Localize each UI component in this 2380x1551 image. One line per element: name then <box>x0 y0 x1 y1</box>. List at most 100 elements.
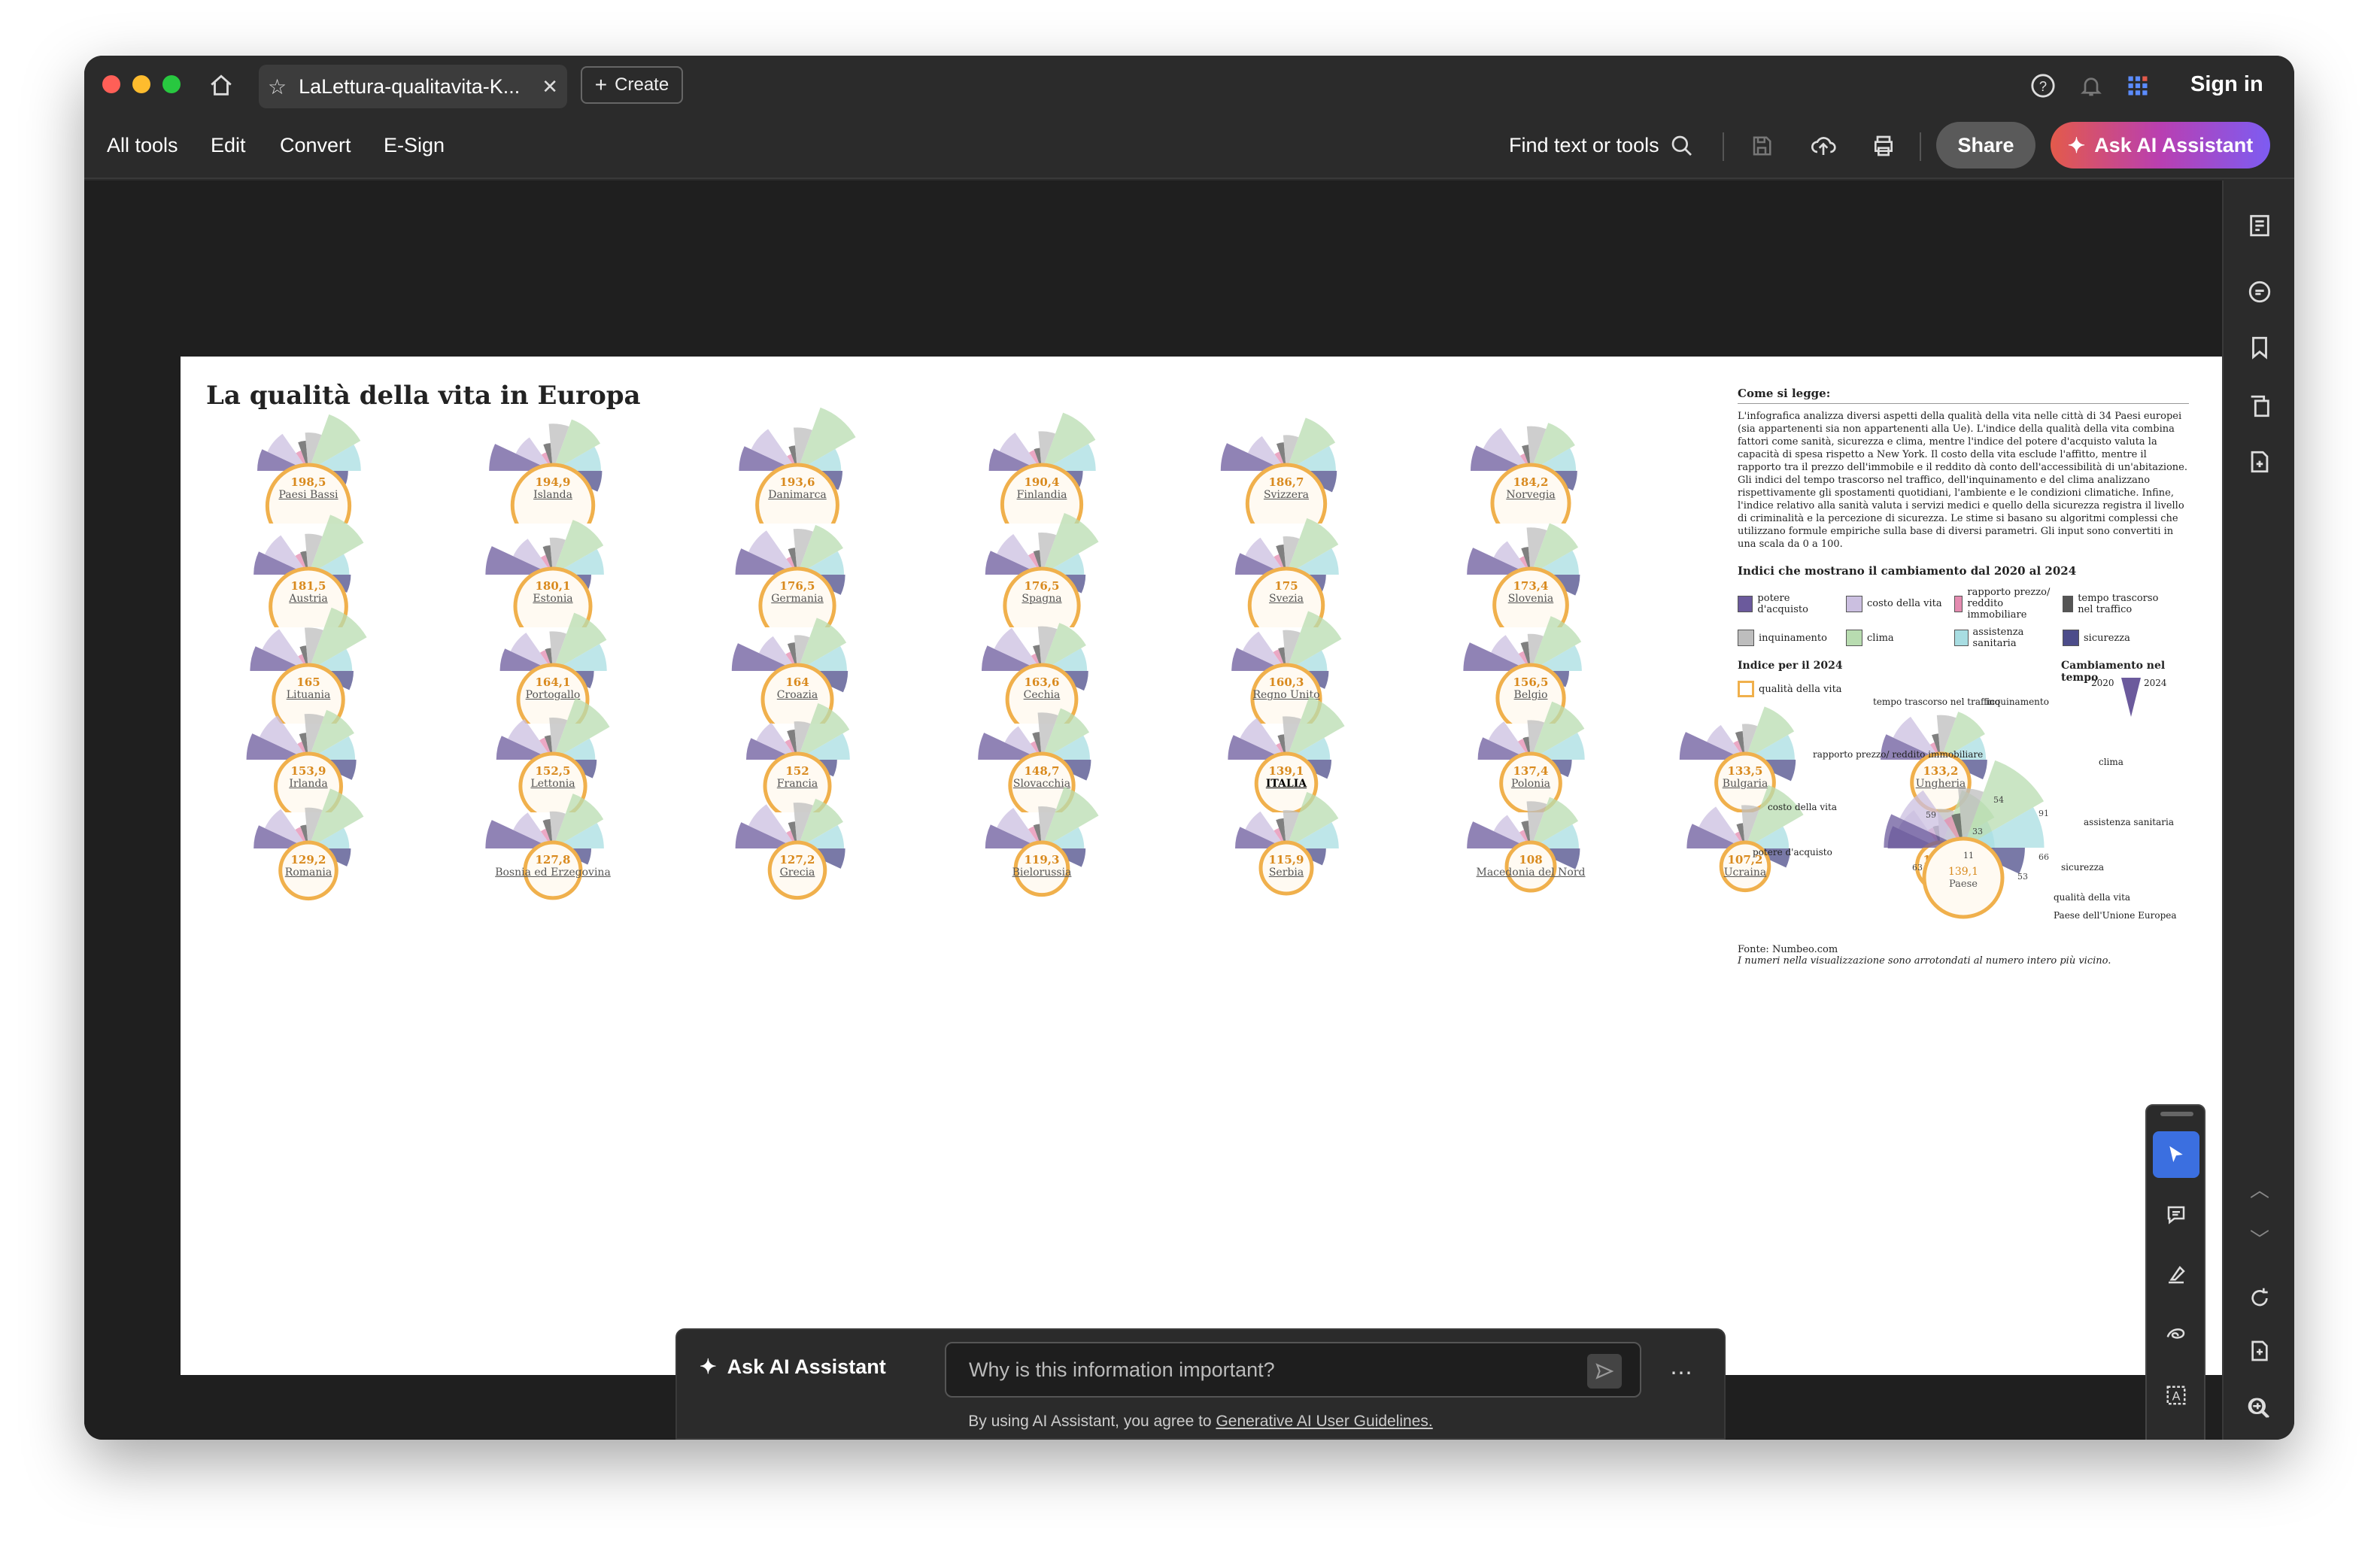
quality-value: 186,7 <box>1268 475 1304 489</box>
page-fit-icon[interactable] <box>2243 1334 2276 1367</box>
sign-in-button[interactable]: Sign in <box>2190 72 2263 97</box>
example-number: 11 <box>1963 851 1974 860</box>
ai-bar-title-group: ✦ Ask AI Assistant <box>700 1355 886 1379</box>
country-wedge-chart <box>485 794 604 900</box>
ai-question-input[interactable]: Why is this information important? <box>945 1342 1641 1398</box>
legend-index-label: inquinamento <box>1759 632 1827 644</box>
toolbar-drag-handle[interactable] <box>2160 1112 2193 1116</box>
country-wedge-chart <box>985 787 1099 897</box>
zoom-out-icon[interactable] <box>2242 1392 2275 1425</box>
example-number: 66 <box>2038 852 2049 862</box>
apps-grid-icon[interactable] <box>2123 71 2153 101</box>
ai-guidelines-link[interactable]: Generative AI User Guidelines. <box>1216 1413 1432 1430</box>
share-button[interactable]: Share <box>1936 122 2035 168</box>
plus-icon: + <box>594 73 608 96</box>
ask-ai-assistant-button[interactable]: ✦ Ask AI Assistant <box>2051 122 2270 168</box>
menu-e-sign[interactable]: E-Sign <box>384 134 445 157</box>
comments-panel-icon[interactable] <box>2243 275 2276 308</box>
quality-value: 119,3 <box>1024 853 1060 867</box>
send-icon[interactable] <box>1587 1354 1622 1389</box>
legend-index-label: tempo trascorso nel traffico <box>2078 592 2159 615</box>
more-options-icon[interactable]: ⋯ <box>1664 1355 1698 1390</box>
draw-freehand-icon[interactable] <box>2153 1312 2199 1358</box>
star-icon[interactable]: ☆ <box>268 74 287 99</box>
legend-index-label: assistenza sanitaria <box>1972 627 2024 649</box>
upload-cloud-icon[interactable] <box>1807 131 1840 161</box>
country-wedge-chart <box>253 788 364 901</box>
pdf-page: La qualità della vita in Europa 198,5 Pae… <box>181 357 2222 1375</box>
quality-value: 176,5 <box>1024 579 1060 593</box>
help-icon[interactable]: ? <box>2028 71 2058 101</box>
country-name: Serbia <box>1268 867 1304 879</box>
example-number: 54 <box>1993 795 2004 805</box>
quality-value: 176,5 <box>779 579 815 593</box>
ai-assistant-bar: ✦ Ask AI Assistant Why is this informati… <box>675 1328 1726 1440</box>
ask-ai-label: Ask AI Assistant <box>2094 133 2254 156</box>
country-chart: 115,9 Serbia <box>1173 773 1399 976</box>
example-chart: 139,1Paese tempo trascorso nel trafficoin… <box>1753 697 2177 921</box>
example-number: 91 <box>2038 809 2049 818</box>
rotate-icon[interactable] <box>2243 1282 2276 1315</box>
example-label: clima <box>2099 757 2123 767</box>
select-cursor-icon[interactable] <box>2153 1131 2199 1178</box>
chevron-down-icon[interactable]: ﹀ <box>2243 1222 2276 1255</box>
legend-swatch <box>2063 595 2074 612</box>
country-wedge-chart <box>735 798 845 900</box>
country-name: Bielorussia <box>1012 867 1072 879</box>
quality-value: 180,1 <box>535 579 571 593</box>
ai-summary-icon[interactable] <box>2243 209 2276 242</box>
legend-index-label: costo della vita <box>1867 598 1942 609</box>
quality-value: 127,8 <box>535 853 571 867</box>
country-name: Bosnia ed Erzegovina <box>495 867 611 879</box>
quality-value: 193,6 <box>779 475 815 489</box>
chevron-up-icon[interactable]: ︿ <box>2243 1172 2276 1205</box>
attachments-icon[interactable] <box>2243 445 2276 478</box>
bell-icon[interactable] <box>2076 71 2106 101</box>
home-icon[interactable] <box>205 69 238 102</box>
quality-value: 194,9 <box>535 475 571 489</box>
search-icon[interactable] <box>1667 131 1697 161</box>
bookmark-icon[interactable] <box>2243 331 2276 364</box>
menu-edit[interactable]: Edit <box>211 134 246 157</box>
ai-chat-icon: ✦ <box>700 1355 717 1378</box>
legend-swatch <box>1738 630 1754 646</box>
source-label: Fonte: Numbeo.com <box>1738 944 1838 955</box>
document-workspace[interactable]: La qualità della vita in Europa 198,5 Pae… <box>84 181 2222 1440</box>
example-label: qualità della vita <box>2054 892 2130 903</box>
minimize-window-button[interactable] <box>132 75 150 93</box>
legend-indices: potere d'acquisto costo della vita rapport… <box>1738 587 2189 649</box>
svg-text:A: A <box>2172 1389 2181 1403</box>
create-button[interactable]: + Create <box>581 66 683 104</box>
legend-index-item: clima <box>1846 627 1945 649</box>
pages-icon[interactable] <box>2243 390 2276 423</box>
country-name: Macedonia del Nord <box>1476 867 1586 879</box>
document-tab[interactable]: ☆ LaLettura-qualitavita-K... ✕ <box>259 65 567 108</box>
country-name: Grecia <box>779 867 815 879</box>
highlight-pen-icon[interactable] <box>2153 1252 2199 1298</box>
find-text-or-tools[interactable]: Find text or tools <box>1509 134 1659 157</box>
change-to-label: 2024 <box>2144 678 2167 688</box>
legend-heading: Come si legge: <box>1738 387 2189 404</box>
legend-index-item: potere d'acquisto <box>1738 587 1837 621</box>
title-bar: ☆ LaLettura-qualitavita-K... ✕ + Create … <box>84 56 2294 116</box>
menu-all-tools[interactable]: All tools <box>107 134 178 157</box>
quality-value: 190,4 <box>1024 475 1060 489</box>
close-window-button[interactable] <box>102 75 120 93</box>
legend-swatch <box>1954 630 1969 646</box>
quality-value: 173,4 <box>1513 579 1549 593</box>
legend-description: L'infografica analizza diversi aspetti d… <box>1738 411 2188 550</box>
menu-convert[interactable]: Convert <box>280 134 351 157</box>
maximize-window-button[interactable] <box>162 75 181 93</box>
quality-value: 181,5 <box>290 579 326 593</box>
text-box-icon[interactable]: A <box>2153 1372 2199 1419</box>
sign-pen-icon[interactable] <box>2153 1432 2199 1440</box>
print-icon[interactable] <box>1867 131 1900 161</box>
save-icon[interactable] <box>1747 131 1777 161</box>
country-chart: 127,8 Bosnia ed Erzegovina <box>440 773 666 976</box>
comment-icon[interactable] <box>2153 1191 2199 1238</box>
example-label: tempo trascorso nel traffico <box>1873 697 2000 707</box>
country-chart: 108 Macedonia del Nord <box>1418 773 1644 976</box>
close-tab-icon[interactable]: ✕ <box>542 75 558 99</box>
example-number: 53 <box>2017 872 2028 882</box>
example-label: sicurezza <box>2061 862 2104 873</box>
